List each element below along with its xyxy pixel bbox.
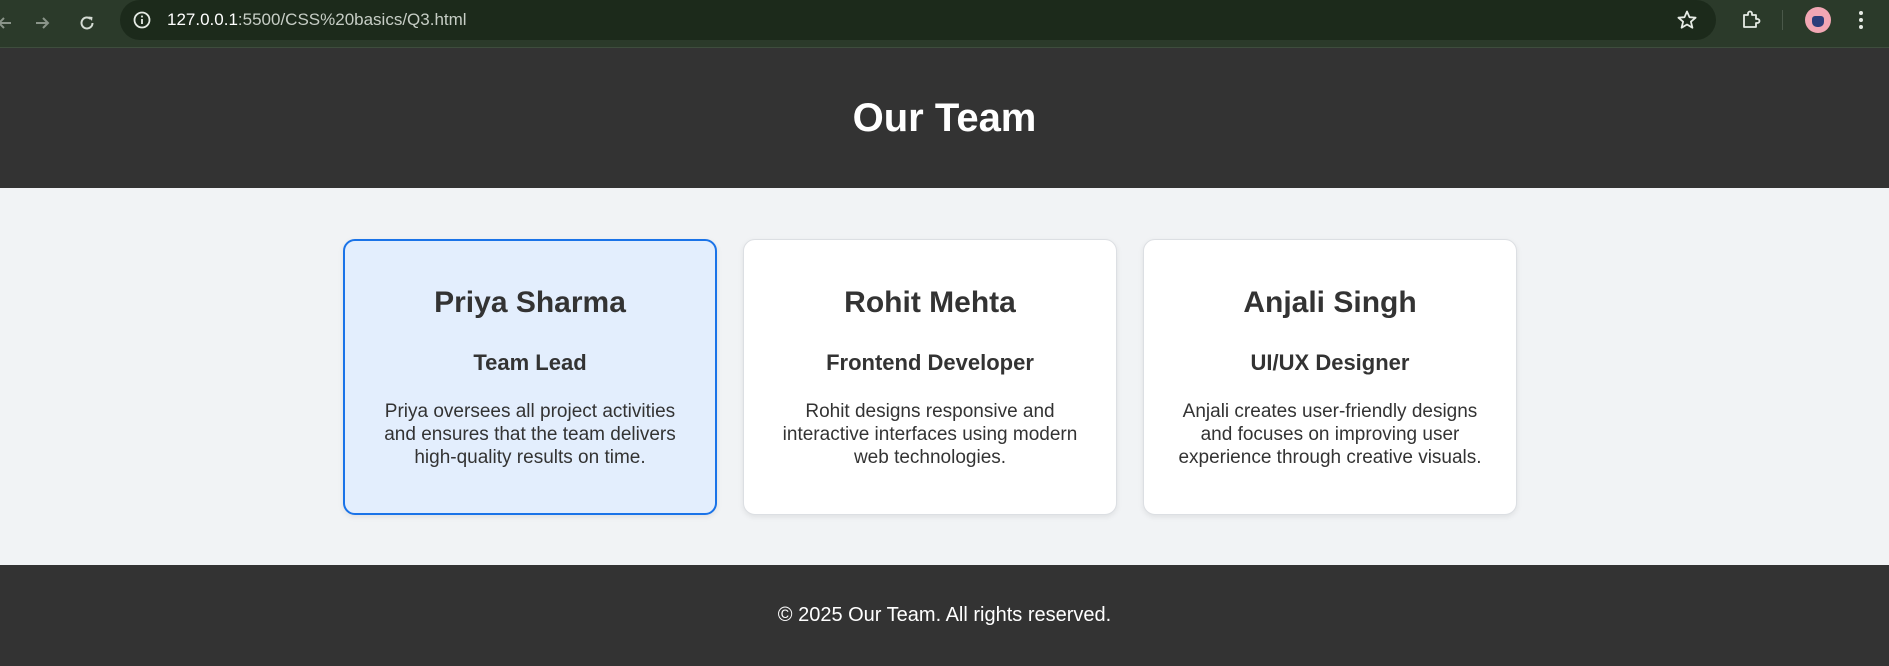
kebab-menu-icon[interactable] [1855,8,1867,32]
team-section: Priya Sharma Team Lead Priya oversees al… [0,188,1889,565]
reload-button[interactable] [74,10,100,36]
url-text[interactable]: 127.0.0.1:5500/CSS%20basics/Q3.html [167,0,467,40]
team-card-rohit-mehta[interactable]: Rohit Mehta Frontend Developer Rohit des… [743,239,1117,515]
puzzle-icon[interactable] [1739,8,1763,32]
star-icon[interactable] [1676,9,1698,31]
member-bio: Rohit designs responsive and interactive… [782,401,1078,468]
page-title: Our Team [852,95,1037,140]
back-button[interactable] [0,10,18,36]
page-footer: © 2025 Our Team. All rights reserved. [0,565,1889,666]
address-bar[interactable]: 127.0.0.1:5500/CSS%20basics/Q3.html [120,0,1716,40]
reload-icon [80,16,94,30]
toolbar-divider [1782,10,1783,30]
team-card-priya-sharma[interactable]: Priya Sharma Team Lead Priya oversees al… [343,239,717,515]
copyright-text: © 2025 Our Team. All rights reserved. [777,604,1112,626]
avatar[interactable] [1805,7,1831,33]
member-role: UI/UX Designer [1250,350,1410,375]
member-name: Rohit Mehta [844,286,1016,319]
member-bio: Anjali creates user-friendly designs and… [1178,401,1482,468]
browser-toolbar: 127.0.0.1:5500/CSS%20basics/Q3.html [0,0,1889,48]
member-name: Priya Sharma [434,286,626,319]
forward-button[interactable] [29,10,55,36]
member-role: Frontend Developer [826,350,1034,375]
info-icon[interactable] [132,10,152,30]
arrow-left-icon [0,17,11,29]
url-path: :5500/CSS%20basics/Q3.html [237,10,467,29]
arrow-right-icon [36,17,50,29]
member-role: Team Lead [473,350,587,375]
member-bio: Priya oversees all project activities an… [384,401,676,468]
page-header: Our Team [0,48,1889,188]
url-host: 127.0.0.1 [167,10,238,29]
member-name: Anjali Singh [1243,286,1417,319]
team-card-anjali-singh[interactable]: Anjali Singh UI/UX Designer Anjali creat… [1143,239,1517,515]
